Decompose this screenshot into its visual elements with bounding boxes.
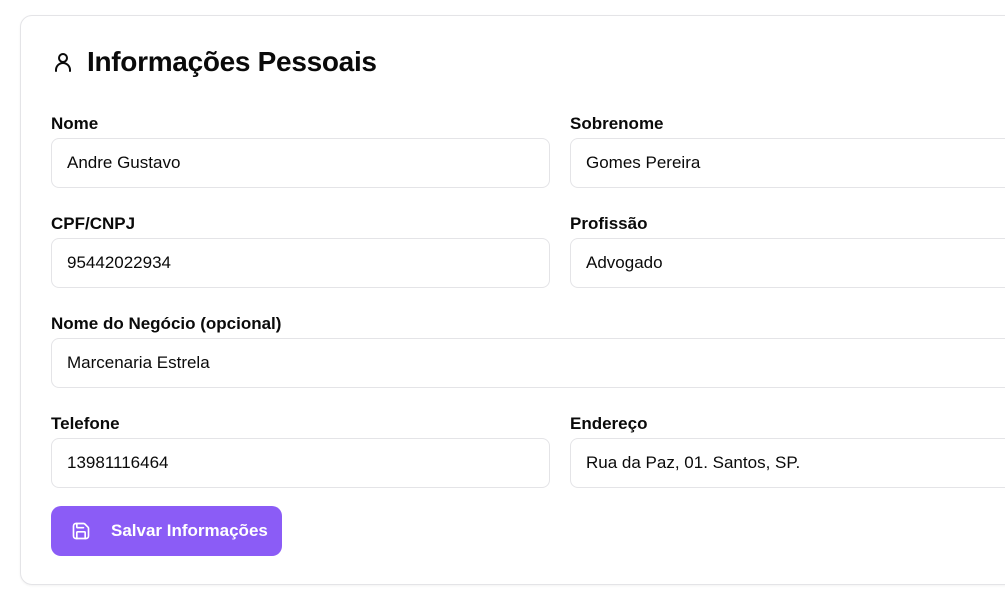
nome-label: Nome: [51, 114, 99, 133]
telefone-input[interactable]: 13981116464: [51, 438, 550, 488]
save-button-label: Salvar Informações: [111, 521, 268, 540]
nome-negocio-label: Nome do Negócio (opcional): [51, 314, 282, 333]
endereco-field-group: Endereço Rua da Paz, 01. Santos, SP.: [570, 414, 1005, 488]
profissao-field-group: Profissão Advogado: [570, 214, 1005, 288]
sobrenome-label: Sobrenome: [570, 114, 664, 133]
profissao-input[interactable]: Advogado: [570, 238, 1005, 288]
nome-negocio-input[interactable]: Marcenaria Estrela: [51, 338, 1005, 388]
nome-input[interactable]: Andre Gustavo: [51, 138, 550, 188]
telefone-label: Telefone: [51, 414, 120, 433]
user-icon: [51, 50, 75, 74]
cpf-cnpj-field-group: CPF/CNPJ 95442022934: [51, 214, 550, 288]
nome-field-group: Nome Andre Gustavo: [51, 114, 550, 188]
sobrenome-input[interactable]: Gomes Pereira: [570, 138, 1005, 188]
telefone-field-group: Telefone 13981116464: [51, 414, 550, 488]
endereco-label: Endereço: [570, 414, 648, 433]
page-title: Informações Pessoais: [87, 46, 377, 77]
cpf-cnpj-input[interactable]: 95442022934: [51, 238, 550, 288]
card-header: Informações Pessoais: [51, 46, 377, 78]
save-icon: [71, 521, 91, 541]
save-button[interactable]: Salvar Informações: [51, 506, 282, 556]
nome-negocio-field-group: Nome do Negócio (opcional) Marcenaria Es…: [51, 314, 1005, 388]
cpf-cnpj-label: CPF/CNPJ: [51, 214, 136, 233]
profissao-label: Profissão: [570, 214, 648, 233]
sobrenome-field-group: Sobrenome Gomes Pereira: [570, 114, 1005, 188]
personal-info-card: Informações Pessoais Nome Andre Gustavo …: [20, 15, 1005, 585]
endereco-input[interactable]: Rua da Paz, 01. Santos, SP.: [570, 438, 1005, 488]
